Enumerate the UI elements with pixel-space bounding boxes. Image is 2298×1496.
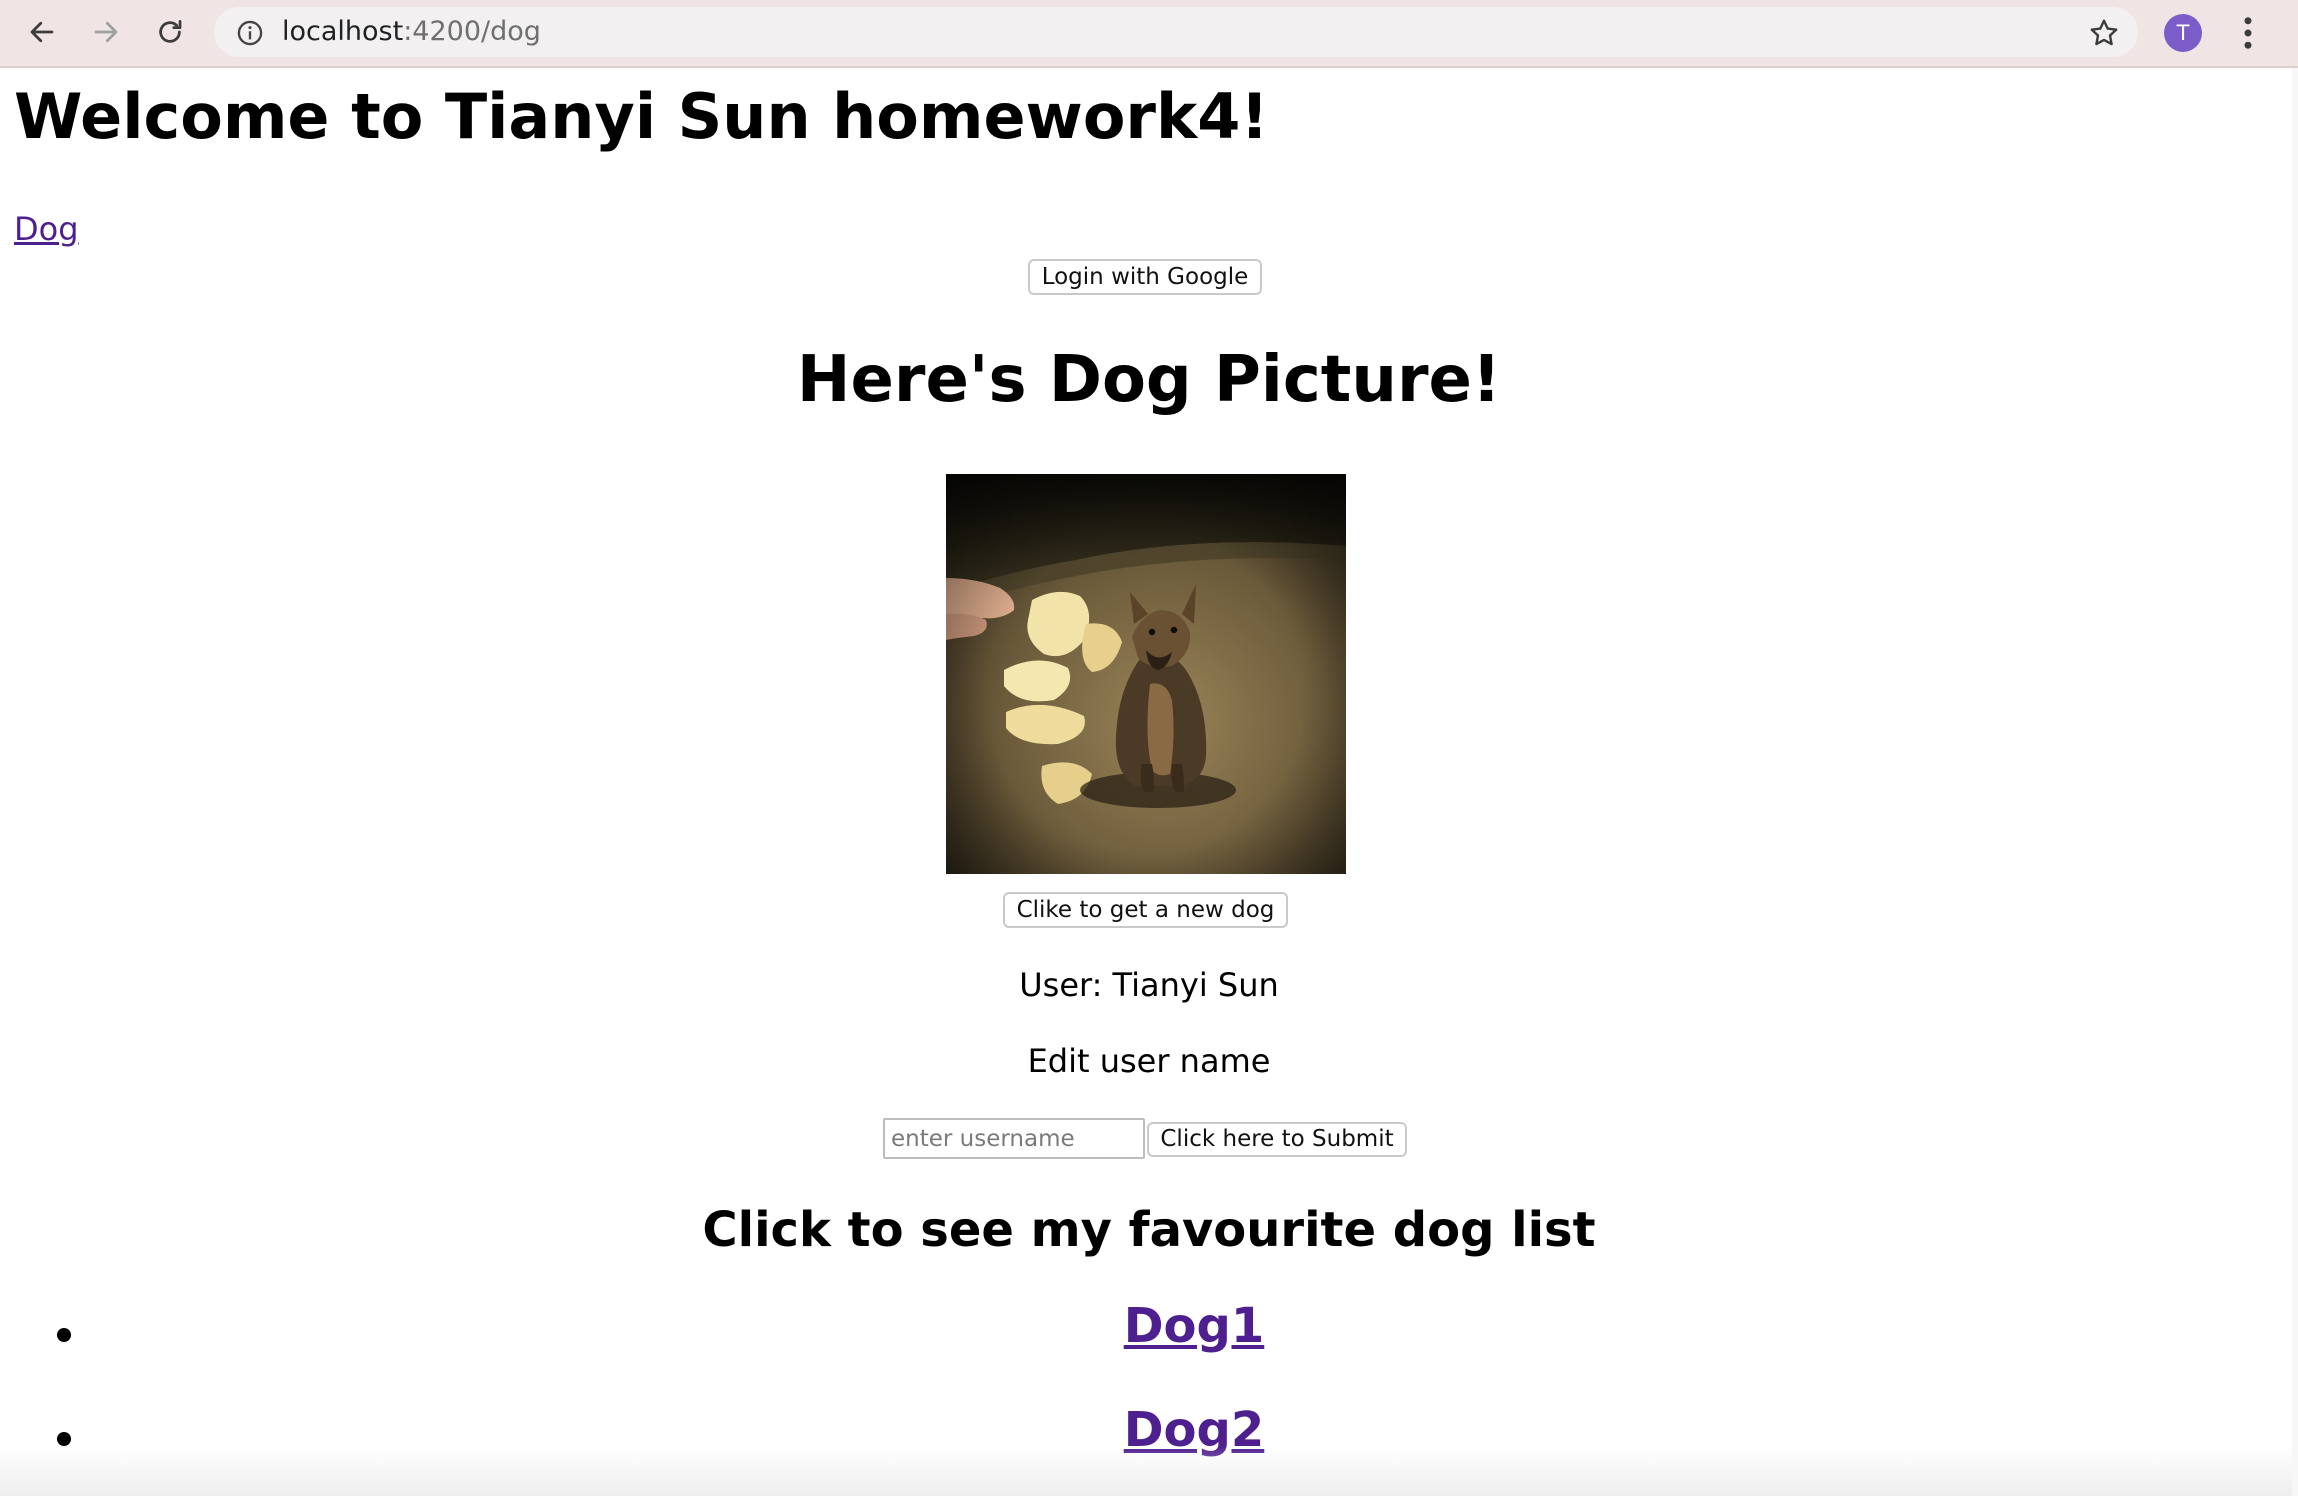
info-icon[interactable] xyxy=(236,19,264,47)
back-arrow-icon xyxy=(30,21,54,43)
favourite-dog-list: Dog1 Dog2 xyxy=(0,1298,2298,1496)
submit-username-button[interactable]: Click here to Submit xyxy=(1147,1122,1407,1157)
page-content: Welcome to Tianyi Sun homework4! Dog Log… xyxy=(0,68,2298,1496)
forward-arrow-icon xyxy=(94,21,118,43)
scrollbar-track[interactable] xyxy=(2292,68,2298,1496)
list-bullet xyxy=(57,1432,71,1446)
browser-toolbar: localhost:4200/dog T xyxy=(0,0,2298,68)
dog-photo-image xyxy=(946,474,1346,874)
favourite-dog-link-2[interactable]: Dog2 xyxy=(90,1402,2298,1460)
reload-icon xyxy=(159,20,182,43)
star-icon[interactable] xyxy=(2088,17,2120,49)
edit-username-label: Edit user name xyxy=(1027,1042,1271,1080)
url-host: localhost xyxy=(282,16,404,47)
get-new-dog-button[interactable]: Clike to get a new dog xyxy=(1003,892,1288,928)
page-title: Welcome to Tianyi Sun homework4! xyxy=(14,80,1269,153)
dog-photo xyxy=(946,474,1346,874)
login-with-google-button[interactable]: Login with Google xyxy=(1028,259,1262,295)
current-user-label: User: Tianyi Sun xyxy=(1019,966,1279,1004)
reload-button[interactable] xyxy=(148,10,192,54)
favourite-dogs-heading: Click to see my favourite dog list xyxy=(702,1202,1596,1258)
list-item: Dog1 xyxy=(0,1298,2298,1402)
username-input[interactable] xyxy=(883,1118,1145,1159)
list-item: Dog2 xyxy=(0,1402,2298,1496)
browser-window: localhost:4200/dog T Welcome to Tianyi S… xyxy=(0,0,2298,1496)
profile-avatar[interactable]: T xyxy=(2164,14,2202,52)
nav-link-dog[interactable]: Dog xyxy=(14,210,79,248)
url-path: :4200/dog xyxy=(403,16,541,47)
url-text[interactable]: localhost:4200/dog xyxy=(282,7,541,57)
favourite-dog-link-1[interactable]: Dog1 xyxy=(90,1298,2298,1356)
kebab-menu-icon[interactable] xyxy=(2232,12,2264,54)
dog-picture-heading: Here's Dog Picture! xyxy=(796,343,1502,417)
forward-button[interactable] xyxy=(84,10,128,54)
back-button[interactable] xyxy=(20,10,64,54)
list-bullet xyxy=(57,1328,71,1342)
address-bar[interactable]: localhost:4200/dog xyxy=(214,7,2138,57)
